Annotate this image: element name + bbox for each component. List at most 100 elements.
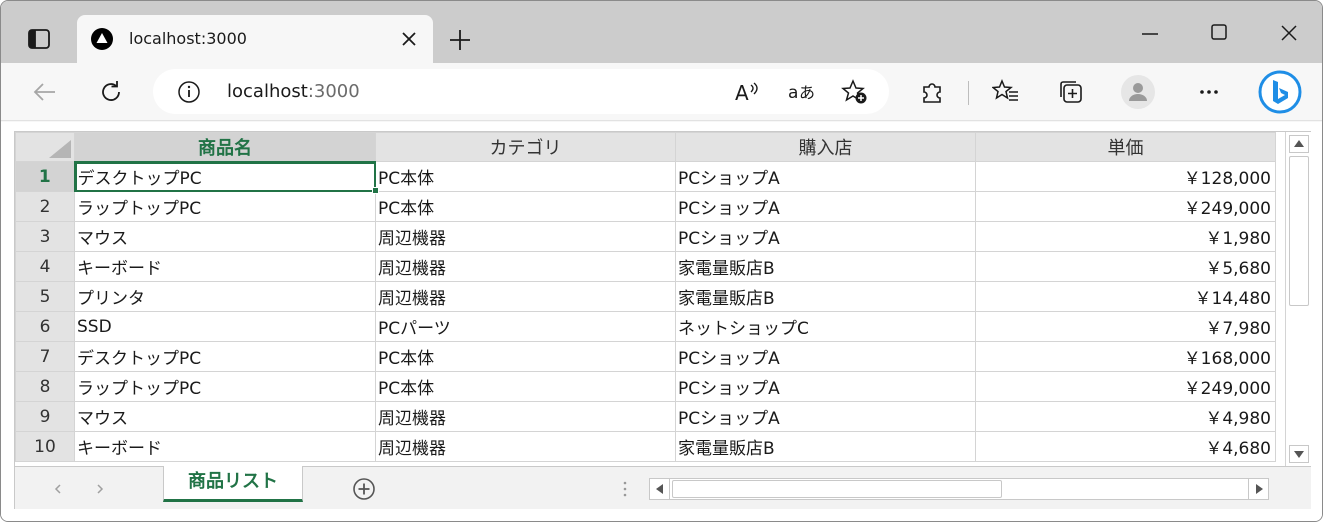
grid-cell[interactable]: PCショップA: [675, 341, 976, 372]
grid-cell[interactable]: ￥4,980: [975, 401, 1276, 432]
grid-cell[interactable]: ￥128,000: [975, 161, 1276, 192]
plus-icon[interactable]: [445, 25, 475, 55]
row-header[interactable]: 7: [15, 341, 75, 372]
column-header[interactable]: 単価: [975, 132, 1276, 162]
close-icon[interactable]: [399, 29, 419, 49]
grid-cell[interactable]: PCパーツ: [375, 311, 676, 342]
horizontal-scrollbar[interactable]: [649, 478, 1269, 500]
svg-text:あ: あ: [799, 83, 815, 102]
arrow-left-icon[interactable]: [31, 78, 59, 106]
select-all-corner[interactable]: [15, 132, 75, 162]
row-header[interactable]: 6: [15, 311, 75, 342]
grid-cell[interactable]: 周辺機器: [375, 281, 676, 312]
minimize-icon[interactable]: [1139, 23, 1161, 45]
column-header[interactable]: 商品名: [74, 132, 376, 163]
grid-cell[interactable]: ￥4,680: [975, 431, 1276, 462]
scroll-left-icon[interactable]: [650, 479, 670, 499]
column-header[interactable]: 購入店: [675, 132, 976, 162]
address-bar[interactable]: localhost:3000 A aあ: [153, 69, 889, 114]
grid-cell[interactable]: ネットショップC: [675, 311, 976, 342]
grid-cell[interactable]: マウス: [74, 401, 376, 432]
grid-cell[interactable]: PCショップA: [675, 191, 976, 222]
puzzle-icon[interactable]: [918, 78, 946, 106]
grid-cell[interactable]: プリンタ: [74, 281, 376, 312]
person-icon[interactable]: [1121, 75, 1155, 109]
tab-split-handle[interactable]: [622, 480, 628, 498]
window-close-icon[interactable]: [1277, 21, 1301, 45]
ellipsis-icon[interactable]: [1195, 78, 1223, 106]
spreadsheet: 商品名 カテゴリ 購入店 単価 1 デスクトップPC PC本体 PCショップA ￥128…: [14, 131, 1311, 509]
chevron-left-icon[interactable]: [51, 481, 65, 495]
grid-cell[interactable]: PC本体: [375, 371, 676, 402]
grid-cell[interactable]: ￥249,000: [975, 191, 1276, 222]
row-header[interactable]: 10: [15, 431, 75, 462]
grid-cell[interactable]: ￥5,680: [975, 251, 1276, 282]
grid-cell[interactable]: ￥7,980: [975, 311, 1276, 342]
grid-cell[interactable]: ￥1,980: [975, 221, 1276, 252]
grid-cell[interactable]: PC本体: [375, 161, 676, 192]
sheet-tab[interactable]: 商品リスト: [163, 466, 303, 502]
grid-cell[interactable]: 家電量販店B: [675, 431, 976, 462]
table-row: 10 キーボード 周辺機器 家電量販店B ￥4,680: [15, 431, 1276, 462]
grid-cell[interactable]: 家電量販店B: [675, 251, 976, 282]
grid-cell[interactable]: ラップトップPC: [74, 371, 376, 402]
grid-cell[interactable]: PC本体: [375, 191, 676, 222]
grid-cell[interactable]: 周辺機器: [375, 431, 676, 462]
grid-cell[interactable]: マウス: [74, 221, 376, 252]
column-header[interactable]: カテゴリ: [375, 132, 676, 162]
info-icon[interactable]: [177, 80, 201, 104]
row-header[interactable]: 3: [15, 221, 75, 252]
tab-actions-icon[interactable]: [19, 22, 59, 58]
table-row: 3 マウス 周辺機器 PCショップA ￥1,980: [15, 221, 1276, 252]
scroll-right-icon[interactable]: [1248, 479, 1268, 499]
grid-cell[interactable]: ラップトップPC: [74, 191, 376, 222]
grid-cell[interactable]: ￥14,480: [975, 281, 1276, 312]
grid-cell[interactable]: ￥168,000: [975, 341, 1276, 372]
grid-cell[interactable]: 周辺機器: [375, 251, 676, 282]
grid-cell[interactable]: PCショップA: [675, 371, 976, 402]
address-url[interactable]: localhost:3000: [227, 80, 360, 104]
chevron-right-icon[interactable]: [93, 481, 107, 495]
bing-copilot-icon[interactable]: [1257, 69, 1303, 115]
grid-cell[interactable]: PCショップA: [675, 401, 976, 432]
browser-toolbar: localhost:3000 A aあ: [1, 63, 1322, 121]
table-row: 7 デスクトップPC PC本体 PCショップA ￥168,000: [15, 341, 1276, 372]
row-header[interactable]: 4: [15, 251, 75, 282]
grid-cell[interactable]: 周辺機器: [375, 401, 676, 432]
page-content: 商品名 カテゴリ 購入店 単価 1 デスクトップPC PC本体 PCショップA ￥128…: [1, 122, 1322, 521]
toolbar-separator: [968, 81, 969, 105]
row-header[interactable]: 5: [15, 281, 75, 312]
browser-tab[interactable]: localhost:3000: [77, 15, 433, 63]
collections-icon[interactable]: [1057, 78, 1085, 106]
vertical-scrollbar[interactable]: [1285, 132, 1311, 466]
grid-cell[interactable]: デスクトップPC: [74, 341, 376, 372]
row-header[interactable]: 2: [15, 191, 75, 222]
row-header[interactable]: 8: [15, 371, 75, 402]
grid-cell[interactable]: PCショップA: [675, 221, 976, 252]
grid-cell[interactable]: キーボード: [74, 431, 376, 462]
grid-cell[interactable]: 家電量販店B: [675, 281, 976, 312]
vertical-scroll-thumb[interactable]: [1289, 156, 1309, 306]
grid-cell[interactable]: 周辺機器: [375, 221, 676, 252]
grid-cell[interactable]: SSD: [74, 311, 376, 342]
refresh-icon[interactable]: [97, 78, 125, 106]
star-plus-icon[interactable]: [841, 79, 869, 105]
add-sheet-icon[interactable]: [352, 477, 376, 501]
maximize-icon[interactable]: [1208, 21, 1230, 43]
translate-icon[interactable]: aあ: [787, 79, 815, 105]
favorites-list-icon[interactable]: [991, 78, 1020, 106]
grid-cell[interactable]: PC本体: [375, 341, 676, 372]
grid-cell[interactable]: ￥249,000: [975, 371, 1276, 402]
grid-cell[interactable]: デスクトップPC: [74, 161, 376, 192]
scroll-up-icon[interactable]: [1289, 135, 1309, 153]
table-row: 1 デスクトップPC PC本体 PCショップA ￥128,000: [15, 161, 1276, 192]
row-header[interactable]: 1: [15, 161, 76, 192]
fill-handle[interactable]: [372, 187, 379, 194]
grid-cell[interactable]: キーボード: [74, 251, 376, 282]
grid-cell[interactable]: PCショップA: [675, 161, 976, 192]
row-header[interactable]: 9: [15, 401, 75, 432]
read-aloud-icon[interactable]: A: [733, 79, 761, 105]
url-port: :3000: [307, 81, 360, 102]
horizontal-scroll-thumb[interactable]: [672, 480, 1002, 498]
scroll-down-icon[interactable]: [1289, 445, 1309, 463]
